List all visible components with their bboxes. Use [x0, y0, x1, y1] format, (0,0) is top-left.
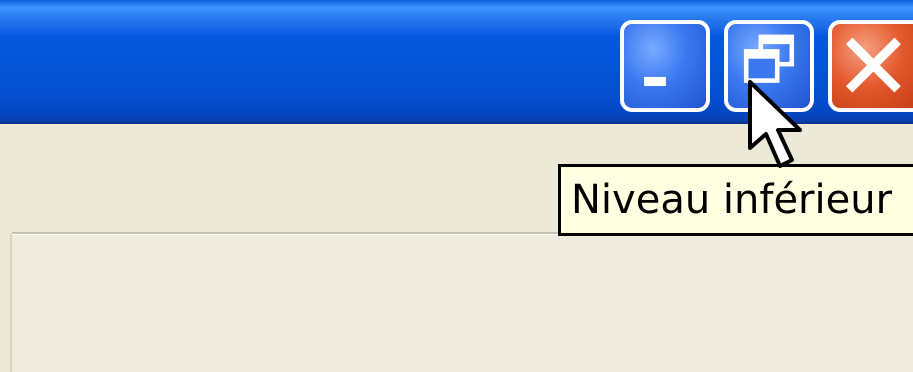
application-window: Niveau inférieur: [0, 0, 913, 372]
arrow-cursor-icon: [748, 80, 802, 168]
minimize-icon: [644, 76, 666, 87]
close-icon: [845, 37, 901, 93]
tooltip: Niveau inférieur: [558, 164, 913, 236]
close-button[interactable]: [828, 20, 913, 112]
tooltip-text: Niveau inférieur: [571, 177, 893, 223]
minimize-button[interactable]: [620, 20, 710, 112]
content-area: [12, 236, 913, 372]
